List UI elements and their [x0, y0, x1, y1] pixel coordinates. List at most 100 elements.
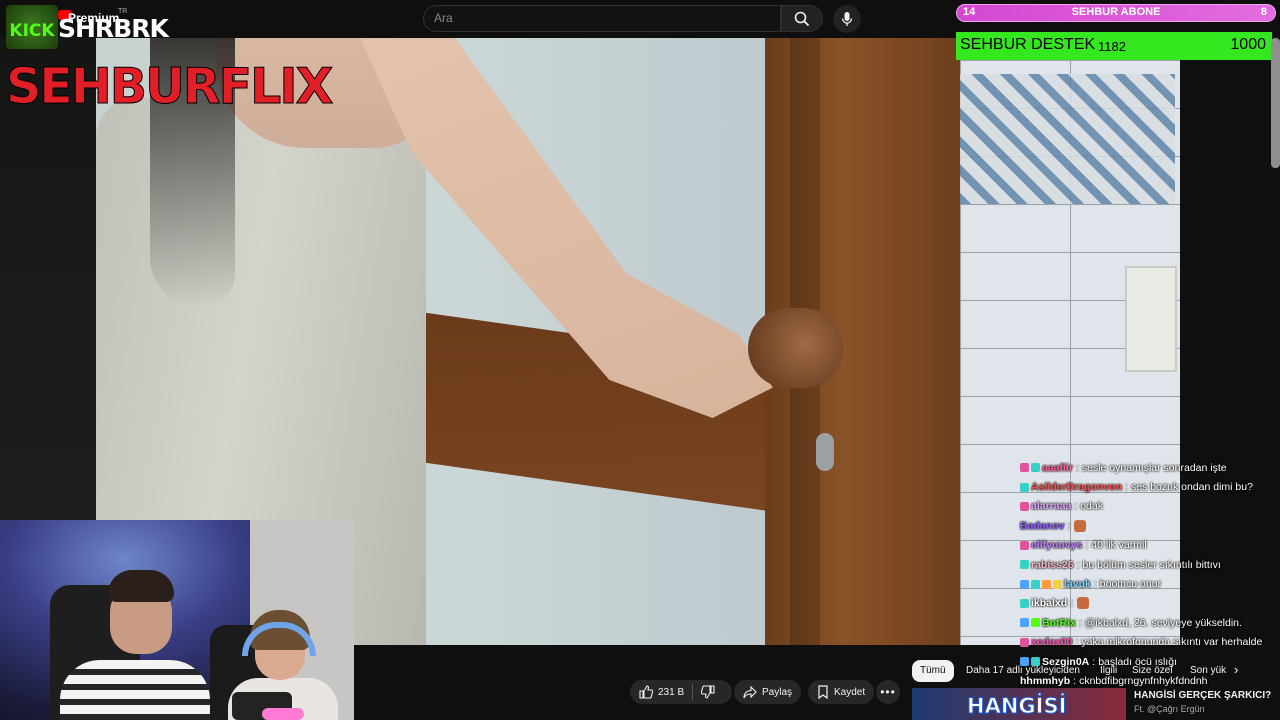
kick-logo: KICK — [6, 5, 58, 49]
stream-screen: Premium TR Ara KICK SHRBRK SEHBURFLIX 14… — [0, 0, 1280, 720]
more-icon: ••• — [880, 685, 896, 699]
bookmark-icon — [818, 685, 828, 699]
save-label: Kaydet — [834, 686, 866, 698]
chat-username[interactable]: alarraaa — [1031, 500, 1071, 512]
chat-badge-icon — [1042, 579, 1051, 589]
chat-separator: : — [1075, 461, 1079, 474]
search-button[interactable] — [781, 5, 823, 32]
donation-goal-label: SEHBUR DESTEK — [960, 36, 1096, 53]
chat-text: odak — [1080, 500, 1103, 513]
chat-badge-icon — [1031, 618, 1040, 628]
chat-badge-icon — [1020, 579, 1029, 589]
chat-text: yaka mikrofonunda sıkıntı var herhalde — [1081, 636, 1263, 649]
chip-uploader[interactable]: Daha 17 adlı yükleyiciden — [958, 660, 1088, 682]
chat-badge-icon — [1031, 579, 1040, 589]
chat-separator: : — [1070, 597, 1074, 610]
subscriber-goal-right: 8 — [1260, 6, 1267, 18]
like-dislike-group: 231 B — [630, 680, 732, 704]
chat-badge-icon — [1020, 618, 1029, 628]
subscriber-goal-label: SEHBUR ABONE — [1071, 6, 1161, 18]
chat-separator: : — [1075, 636, 1079, 649]
search-input[interactable]: Ara — [423, 5, 781, 32]
overlay-title: SEHBURFLIX — [5, 58, 333, 116]
chat-badge-icon — [1020, 482, 1029, 492]
chat-badge-icon — [1020, 540, 1029, 550]
thumbs-up-icon[interactable] — [639, 685, 653, 699]
chat-message: rabiss26: bu bölüm sesler sıkıntılı bittı… — [1020, 555, 1280, 574]
like-count[interactable]: 231 B — [658, 687, 684, 698]
scene-light-switch — [1125, 266, 1177, 372]
subscriber-goal-bar: 14 SEHBUR ABONE 8 — [956, 4, 1276, 22]
chat-separator: : — [1093, 578, 1097, 591]
save-button[interactable]: Kaydet — [808, 680, 875, 704]
chat-badge-icon — [1020, 598, 1029, 608]
voice-search-button[interactable] — [833, 5, 861, 33]
thumbs-down-icon[interactable] — [701, 685, 715, 699]
chip-related[interactable]: İlgili — [1092, 660, 1125, 682]
scene-patterned-tiles — [960, 74, 1175, 204]
filter-chips: Tümü Daha 17 adlı yükleyiciden İlgili Si… — [912, 658, 1280, 684]
chat-separator: : — [1078, 616, 1082, 629]
chat-separator: : — [1067, 519, 1071, 532]
chat-badge-icon — [1020, 560, 1029, 570]
share-icon — [743, 685, 757, 699]
page-scrollbar[interactable] — [1271, 38, 1280, 168]
chat-username[interactable]: rabiss26 — [1031, 559, 1074, 571]
chat-badge-icon — [1020, 637, 1029, 647]
donation-goal-bar: SEHBUR DESTEK 1182 1000 — [956, 32, 1272, 60]
chat-separator: : — [1085, 539, 1089, 552]
streamer-hair — [108, 570, 174, 602]
chat-text: bu bölüm sesler sıkıntılı bittıvı — [1082, 558, 1221, 571]
donation-goal-current: 1182 — [1098, 39, 1126, 54]
share-button[interactable]: Paylaş — [734, 680, 802, 704]
chevron-right-icon[interactable]: › — [1234, 662, 1238, 677]
chat-username[interactable]: elifyuuvys — [1031, 539, 1082, 551]
chat-text: boomcu onur — [1099, 578, 1162, 591]
microphone-light — [262, 708, 304, 720]
scene-keyhole — [816, 433, 834, 471]
streamer-shirt — [60, 660, 210, 720]
chat-text: 40 lik varmil — [1091, 539, 1147, 552]
chat-overlay: aaafiir: sesle oynamışlar sonradan işte As… — [1020, 458, 1280, 691]
scene-door-handle — [748, 308, 843, 388]
chat-username[interactable]: aaafiir — [1042, 462, 1073, 474]
chat-username[interactable]: AsilderDragonvon — [1031, 481, 1122, 493]
chat-message: ikbalxd: — [1020, 594, 1280, 613]
chat-message: alarraaa: odak — [1020, 497, 1280, 516]
chat-emote-icon — [1077, 597, 1090, 610]
video-actions-bar: 231 B Paylaş Kaydet ••• — [354, 645, 914, 720]
microphone-icon — [841, 12, 853, 26]
webcam-feed — [0, 520, 354, 720]
share-label: Paylaş — [762, 686, 793, 698]
chat-message: aaafiir: sesle oynamışlar sonradan işte — [1020, 458, 1280, 477]
chat-username[interactable]: ikbalxd — [1031, 597, 1067, 609]
chip-recent[interactable]: Son yük — [1182, 660, 1234, 682]
chat-message: Badanov: — [1020, 516, 1280, 535]
chat-username[interactable]: lavuk — [1064, 578, 1091, 590]
chat-message: AsilderDragonvon: ses bozuk ondan dimi bu… — [1020, 477, 1280, 496]
suggested-video-channel[interactable]: Ft. @Çağrı Ergün — [1134, 704, 1205, 714]
chat-badge-icon — [1053, 579, 1062, 589]
chat-separator: : — [1074, 500, 1078, 513]
chat-message: xedax00: yaka mikrofonunda sıkıntı var he… — [1020, 633, 1280, 652]
chat-username[interactable]: BotRix — [1042, 617, 1076, 629]
chat-message: elifyuuvys:40 lik varmil — [1020, 536, 1280, 555]
chat-separator: : — [1125, 481, 1128, 494]
chat-username[interactable]: xedax00 — [1031, 636, 1072, 648]
chip-for-you[interactable]: Size özel — [1124, 660, 1181, 682]
chat-badge-icon — [1031, 463, 1040, 473]
suggested-video-title[interactable]: HANGİSİ GERÇEK ŞARKICI? — [1134, 690, 1271, 701]
chat-text: @ikbalxd, 26. seviyeye yükseldin. — [1084, 616, 1242, 629]
more-actions-button[interactable]: ••• — [876, 680, 900, 704]
chat-text: sesle oynamışlar sonradan işte — [1081, 461, 1227, 474]
chat-badge-icon — [1020, 501, 1029, 511]
search-icon — [794, 11, 810, 26]
chip-all[interactable]: Tümü — [912, 660, 954, 682]
chat-username[interactable]: Badanov — [1020, 520, 1064, 532]
suggested-thumb-text: HANGİSİ — [966, 694, 1067, 719]
chat-emote-icon — [1074, 519, 1087, 532]
chat-text: ses bozuk ondan dimi bu? — [1130, 481, 1253, 494]
suggested-video-thumbnail[interactable]: HANGİSİ — [912, 688, 1126, 720]
like-separator — [692, 684, 694, 700]
chat-badge-icon — [1020, 463, 1029, 473]
